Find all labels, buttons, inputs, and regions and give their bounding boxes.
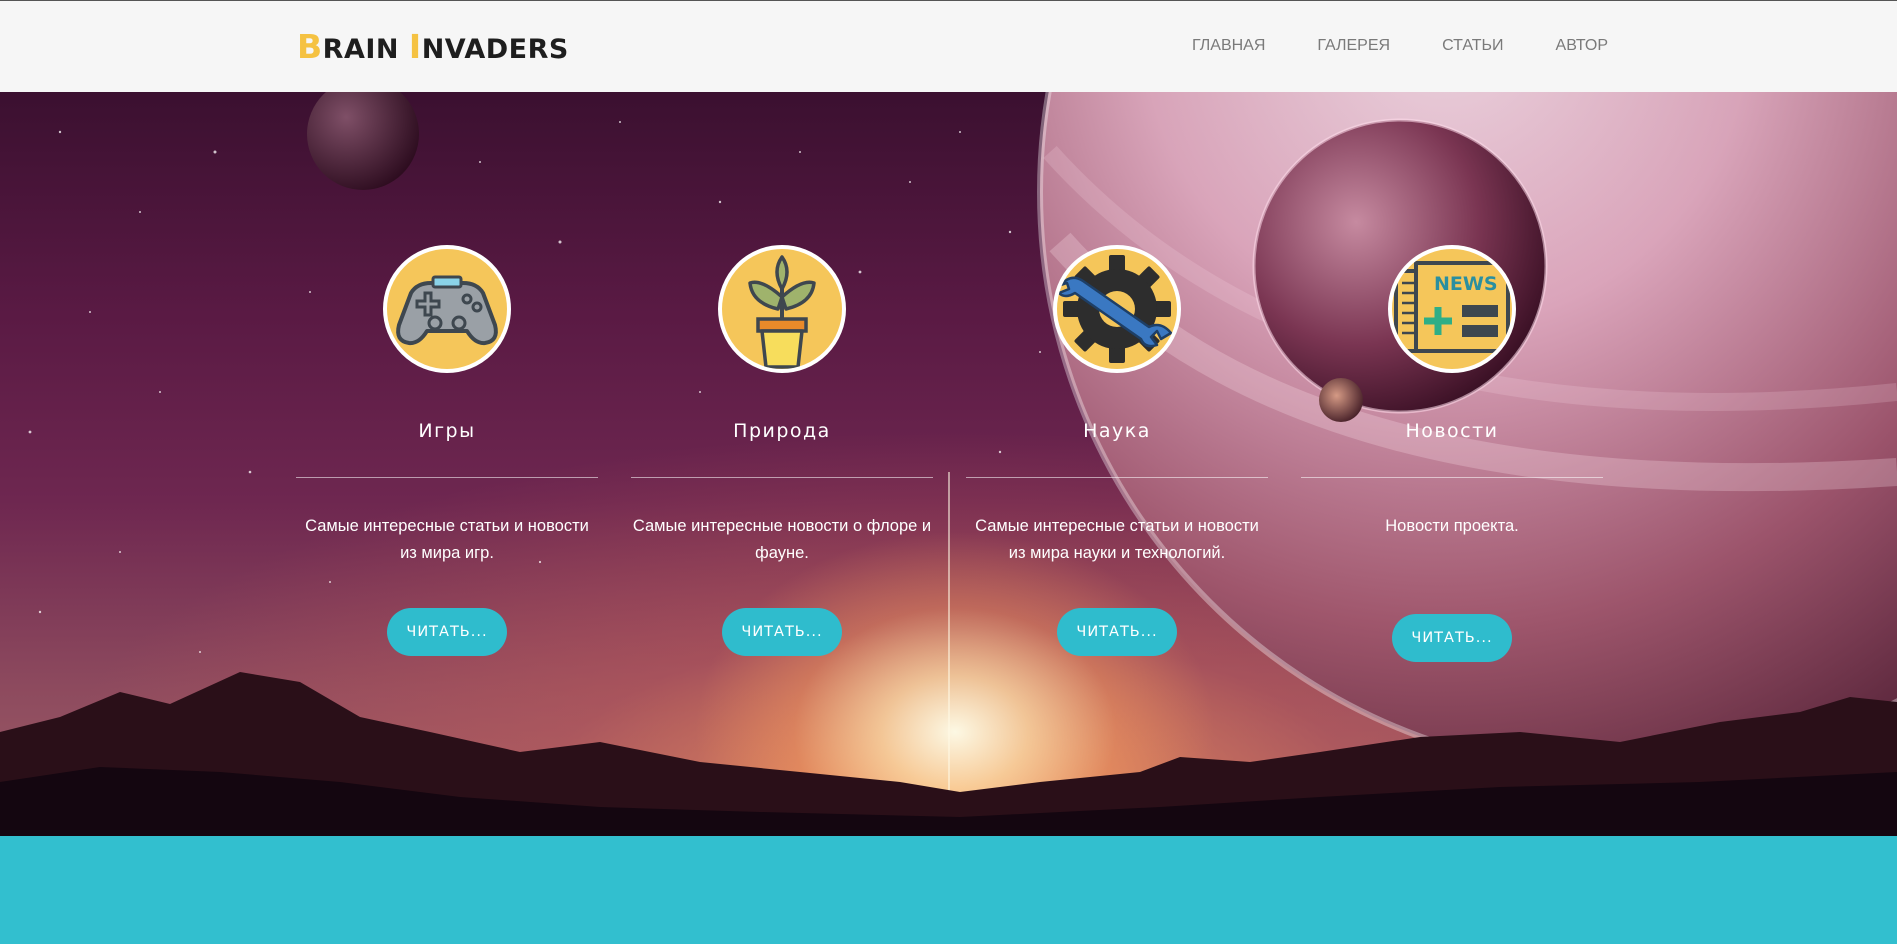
footer-band [0,836,1897,944]
nav-item-articles[interactable]: СТАТЬИ [1442,37,1503,55]
feature-card-nature: Природа Самые интересные новости о флоре… [631,92,933,836]
site-header: BRAIN INVADERS ГЛАВНАЯ ГАЛЕРЕЯ СТАТЬИ АВ… [0,0,1897,92]
plant-pot-icon [718,245,846,373]
feature-card-games: Игры Самые интересные статьи и новости и… [296,92,598,836]
read-more-button-science[interactable]: ЧИТАТЬ... [1057,608,1177,656]
read-more-button-news[interactable]: ЧИТАТЬ... [1392,614,1512,662]
hero-section: Игры Самые интересные статьи и новости и… [0,92,1897,836]
feature-divider [631,477,933,478]
newspaper-icon: NEWS [1388,245,1516,373]
feature-title: Новости [1405,420,1499,442]
feature-description: Новости проекта. [1385,517,1519,535]
nav-item-gallery[interactable]: ГАЛЕРЕЯ [1317,37,1390,55]
nav-item-author[interactable]: АВТОР [1556,37,1608,55]
feature-description: Самые интересные статьи и новости из мир… [975,517,1259,562]
logo-letter-i: I [408,27,422,66]
read-more-button-games[interactable]: ЧИТАТЬ... [387,608,507,656]
feature-card-news: NEWS Новости Новости проекта. ЧИТАТЬ... [1301,92,1603,836]
logo-letter-b: B [297,27,323,66]
feature-divider [966,477,1268,478]
feature-description: Самые интересные статьи и новости из мир… [305,517,589,562]
feature-title: Игры [418,420,476,442]
nav-item-home[interactable]: ГЛАВНАЯ [1192,37,1265,55]
feature-title: Природа [733,420,831,442]
feature-description: Самые интересные новости о флоре и фауне… [632,517,932,562]
gamepad-icon [383,245,511,373]
feature-divider [1301,477,1603,478]
main-nav: ГЛАВНАЯ ГАЛЕРЕЯ СТАТЬИ АВТОР [1192,37,1660,55]
feature-divider [296,477,598,478]
space-background-image [0,92,1897,836]
wrench-gear-icon [1053,245,1181,373]
svg-text:NEWS: NEWS [1434,273,1498,295]
read-more-button-nature[interactable]: ЧИТАТЬ... [722,608,842,656]
site-logo[interactable]: BRAIN INVADERS [297,27,569,67]
feature-title: Наука [1083,420,1151,442]
logo-word-nvaders: NVADERS [421,34,569,65]
feature-card-science: Наука Самые интересные статьи и новости … [966,92,1268,836]
logo-word-rain: RAIN [322,34,399,65]
